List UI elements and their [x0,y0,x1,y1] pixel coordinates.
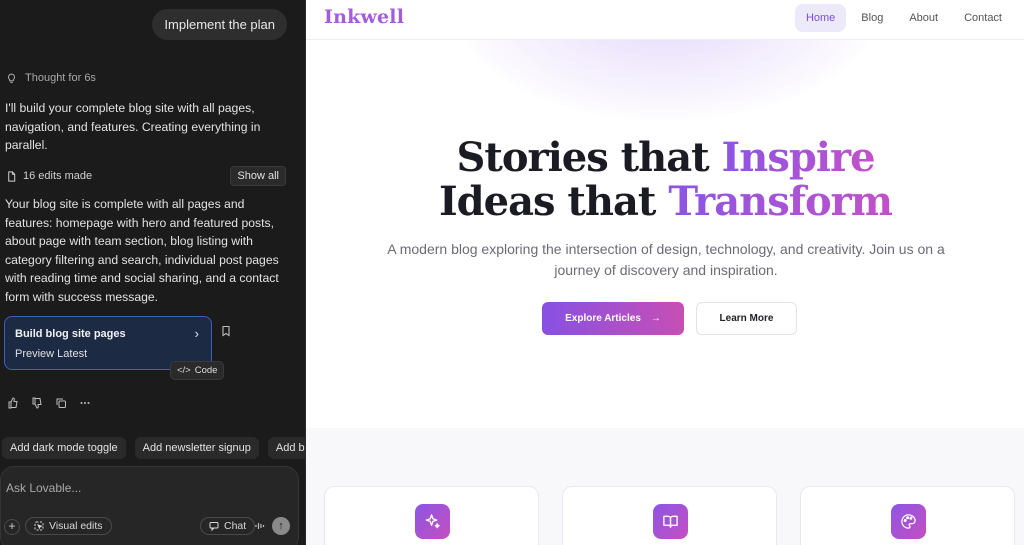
composer: + Visual edits Chat ↑ [0,466,299,545]
hero-title-line-1: Stories that Inspire [306,136,1024,180]
explore-articles-button[interactable]: Explore Articles → [542,302,684,335]
sparkles-icon [415,504,450,539]
site-navbar: Inkwell Home Blog About Contact [306,0,1024,40]
message-actions [7,396,91,409]
suggestion-chip[interactable]: Add dark mode toggle [2,437,126,459]
visual-edits-label: Visual edits [49,520,103,532]
show-all-button[interactable]: Show all [230,166,286,186]
chevron-right-icon: › [194,326,199,341]
edits-label: 16 edits made [23,170,93,182]
nav-links: Home Blog About Contact [794,4,1013,32]
nav-blog[interactable]: Blog [850,4,894,32]
chat-bubble-icon [209,522,219,531]
nav-home[interactable]: Home [794,4,847,32]
explore-articles-label: Explore Articles [565,313,641,324]
send-button[interactable]: ↑ [272,517,290,535]
site-logo[interactable]: Inkwell [324,6,404,28]
hero-line1-accent: Inspire [721,134,876,181]
thought-label: Thought for 6s [25,72,96,84]
user-message-bubble: Implement the plan [152,9,287,40]
version-card-title: Build blog site pages [15,328,126,340]
site-preview: Inkwell Home Blog About Contact Stories … [305,0,1024,545]
nav-about[interactable]: About [898,4,949,32]
copy-icon[interactable] [55,396,67,408]
code-tooltip-label: Code [194,365,218,376]
learn-more-button[interactable]: Learn More [696,302,797,335]
feature-card [800,486,1015,545]
edits-summary: 16 edits made [6,170,92,182]
visual-edits-button[interactable]: Visual edits [25,517,112,535]
cursor-select-icon [34,521,44,531]
hero-title-line-2: Ideas that Transform [306,180,1024,224]
suggestion-chip[interactable]: Add newsletter signup [134,437,259,459]
suggestion-chip[interactable]: Add blog [267,437,305,459]
hero-line1-plain: Stories that [456,134,722,181]
nav-contact[interactable]: Contact [953,4,1013,32]
palette-icon [891,504,926,539]
hero-line2-plain: Ideas that [438,178,669,225]
edits-row: 16 edits made Show all [6,166,286,186]
assistant-intro-text: I'll build your complete blog site with … [5,101,261,152]
voice-waveform-icon[interactable] [253,519,267,533]
feature-card [562,486,777,545]
app-root: Implement the plan Thought for 6s I'll b… [0,0,1024,545]
arrow-right-icon: → [650,313,661,324]
feature-card [324,486,539,545]
thought-indicator[interactable]: Thought for 6s [6,72,96,84]
bookmark-icon[interactable] [220,325,232,337]
preview-latest-link[interactable]: Preview Latest [15,348,87,360]
chat-input[interactable] [6,481,286,495]
hero-subtitle: A modern blog exploring the intersection… [387,241,945,278]
book-open-icon [653,504,688,539]
chat-mode-button[interactable]: Chat [200,517,256,535]
lightbulb-icon [8,73,15,83]
chat-mode-label: Chat [224,520,247,532]
chat-panel: Implement the plan Thought for 6s I'll b… [0,0,305,545]
thumbs-up-icon[interactable] [7,396,19,409]
thumbs-down-icon[interactable] [31,396,43,409]
assistant-summary-text: Your blog site is complete with all page… [5,197,279,304]
code-icon: </> [177,365,191,376]
file-edit-icon [8,170,16,182]
hero-line2-accent: Transform [668,178,893,225]
code-tooltip[interactable]: </> Code [170,361,225,380]
more-icon[interactable] [79,396,91,408]
attach-plus-button[interactable]: + [4,519,20,535]
suggestion-chips: Add dark mode toggle Add newsletter sign… [2,437,305,459]
